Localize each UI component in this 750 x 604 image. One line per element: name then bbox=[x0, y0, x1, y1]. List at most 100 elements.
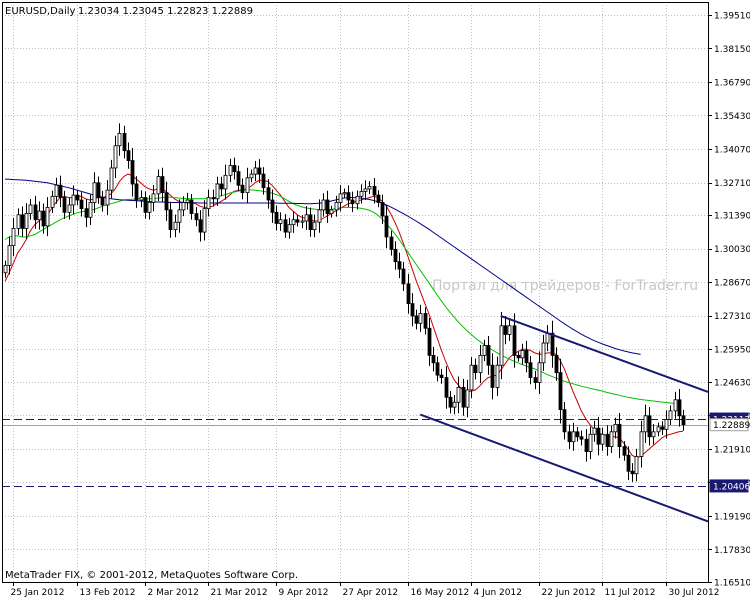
candle-body bbox=[575, 431, 580, 438]
price-tick-label: 1.21910 bbox=[714, 445, 750, 455]
candle-body bbox=[261, 173, 266, 189]
candle-body bbox=[151, 193, 156, 203]
candle-body bbox=[414, 315, 419, 324]
price-tick-label: 1.24630 bbox=[714, 378, 750, 388]
candle-body bbox=[334, 202, 339, 211]
candle-body bbox=[355, 195, 360, 205]
candle-body bbox=[342, 192, 347, 195]
candle-body bbox=[516, 354, 521, 359]
candle-body bbox=[384, 215, 389, 238]
candle-body bbox=[423, 313, 428, 329]
candle-body bbox=[444, 377, 449, 398]
price-tick-label: 1.36790 bbox=[714, 78, 750, 88]
candle-body bbox=[622, 446, 627, 456]
candle-body bbox=[537, 362, 542, 383]
price-tick-label: 1.30030 bbox=[714, 245, 750, 255]
candle-body bbox=[202, 208, 207, 233]
candle-body bbox=[41, 210, 46, 227]
price-tick-label: 1.16510 bbox=[714, 579, 750, 589]
candle-body bbox=[283, 219, 288, 233]
candle-body bbox=[223, 174, 228, 190]
candle-body bbox=[62, 197, 67, 213]
candle-body bbox=[346, 192, 351, 201]
candle-body bbox=[668, 410, 673, 420]
candle-body bbox=[600, 433, 605, 445]
time-tick-label: 25 Jan 2012 bbox=[11, 588, 65, 598]
candle-body bbox=[520, 350, 525, 359]
candle-body bbox=[113, 145, 118, 169]
candle-body bbox=[198, 219, 203, 233]
candle-body bbox=[185, 199, 190, 203]
ma-medium-line bbox=[4, 189, 675, 404]
candle-body bbox=[67, 204, 72, 213]
time-tick-label: 22 Jun 2012 bbox=[542, 588, 596, 598]
candle-body bbox=[24, 213, 29, 229]
price-tick-label: 1.17830 bbox=[714, 546, 750, 556]
candle-body bbox=[300, 220, 305, 223]
candle-body bbox=[617, 424, 622, 448]
time-tick-label: 16 May 2012 bbox=[411, 588, 470, 598]
candle-body bbox=[189, 199, 194, 214]
candle-body bbox=[16, 214, 21, 229]
candle-body bbox=[677, 399, 682, 417]
candle-body bbox=[651, 431, 656, 438]
candle-body bbox=[431, 354, 436, 364]
candle-body bbox=[321, 199, 326, 211]
candle-body bbox=[673, 399, 678, 412]
candle-body bbox=[122, 133, 127, 152]
candle-body bbox=[664, 419, 669, 430]
price-tick-label: 1.35430 bbox=[714, 112, 750, 122]
candle-body bbox=[550, 332, 555, 356]
candle-body bbox=[499, 325, 504, 366]
price-chart[interactable]: Портал для трейдеров - ForTrader.ru 1.39… bbox=[0, 0, 750, 600]
candle-body bbox=[295, 219, 300, 223]
candle-body bbox=[291, 219, 296, 226]
candle-body bbox=[660, 426, 665, 430]
candle-body bbox=[253, 167, 258, 175]
channel-upper-line bbox=[500, 314, 709, 393]
candle-body bbox=[630, 470, 635, 475]
time-axis: 25 Jan 2012 13 Feb 2012 2 Mar 2012 21 Mar 2… bbox=[11, 582, 719, 598]
candle-body bbox=[147, 202, 152, 213]
candle-body bbox=[524, 350, 529, 364]
candle-body bbox=[647, 415, 652, 438]
candle-body bbox=[274, 211, 279, 224]
time-tick-label: 13 Feb 2012 bbox=[80, 588, 136, 598]
candle-body bbox=[482, 345, 487, 356]
candle-body bbox=[372, 186, 377, 196]
candle-body bbox=[58, 184, 63, 198]
price-label-text: 1.22889 bbox=[713, 421, 750, 431]
candle-body bbox=[287, 224, 292, 233]
candle-body bbox=[605, 433, 610, 448]
candle-body bbox=[541, 342, 546, 364]
candle-body bbox=[478, 354, 483, 374]
candle-body bbox=[75, 194, 80, 201]
watermark-text: Портал для трейдеров - ForTrader.ru bbox=[432, 278, 698, 294]
candle-body bbox=[126, 150, 131, 161]
candle-body bbox=[219, 183, 224, 190]
time-tick-label: 2 Mar 2012 bbox=[148, 588, 199, 598]
candle-body bbox=[37, 210, 42, 221]
candle-body bbox=[11, 227, 16, 247]
candle-body bbox=[359, 190, 364, 197]
candle-body bbox=[143, 197, 148, 213]
candle-body bbox=[639, 431, 644, 457]
candle-body bbox=[558, 372, 563, 411]
candle-body bbox=[461, 387, 466, 408]
candle-body bbox=[393, 248, 398, 263]
candle-body bbox=[486, 345, 491, 366]
candle-body bbox=[160, 176, 165, 194]
candle-body bbox=[181, 202, 186, 211]
candle-body bbox=[376, 194, 381, 203]
candle-body bbox=[228, 165, 233, 176]
candle-body bbox=[435, 362, 440, 376]
candle-body bbox=[456, 387, 461, 403]
price-label-text: 1.20406 bbox=[713, 482, 750, 492]
candle-body bbox=[79, 199, 84, 210]
candle-body bbox=[588, 433, 593, 452]
candle-body bbox=[571, 431, 576, 443]
candle-body bbox=[28, 204, 33, 214]
candle-body bbox=[528, 362, 533, 378]
candle-body bbox=[448, 396, 453, 408]
candle-body bbox=[562, 409, 567, 433]
